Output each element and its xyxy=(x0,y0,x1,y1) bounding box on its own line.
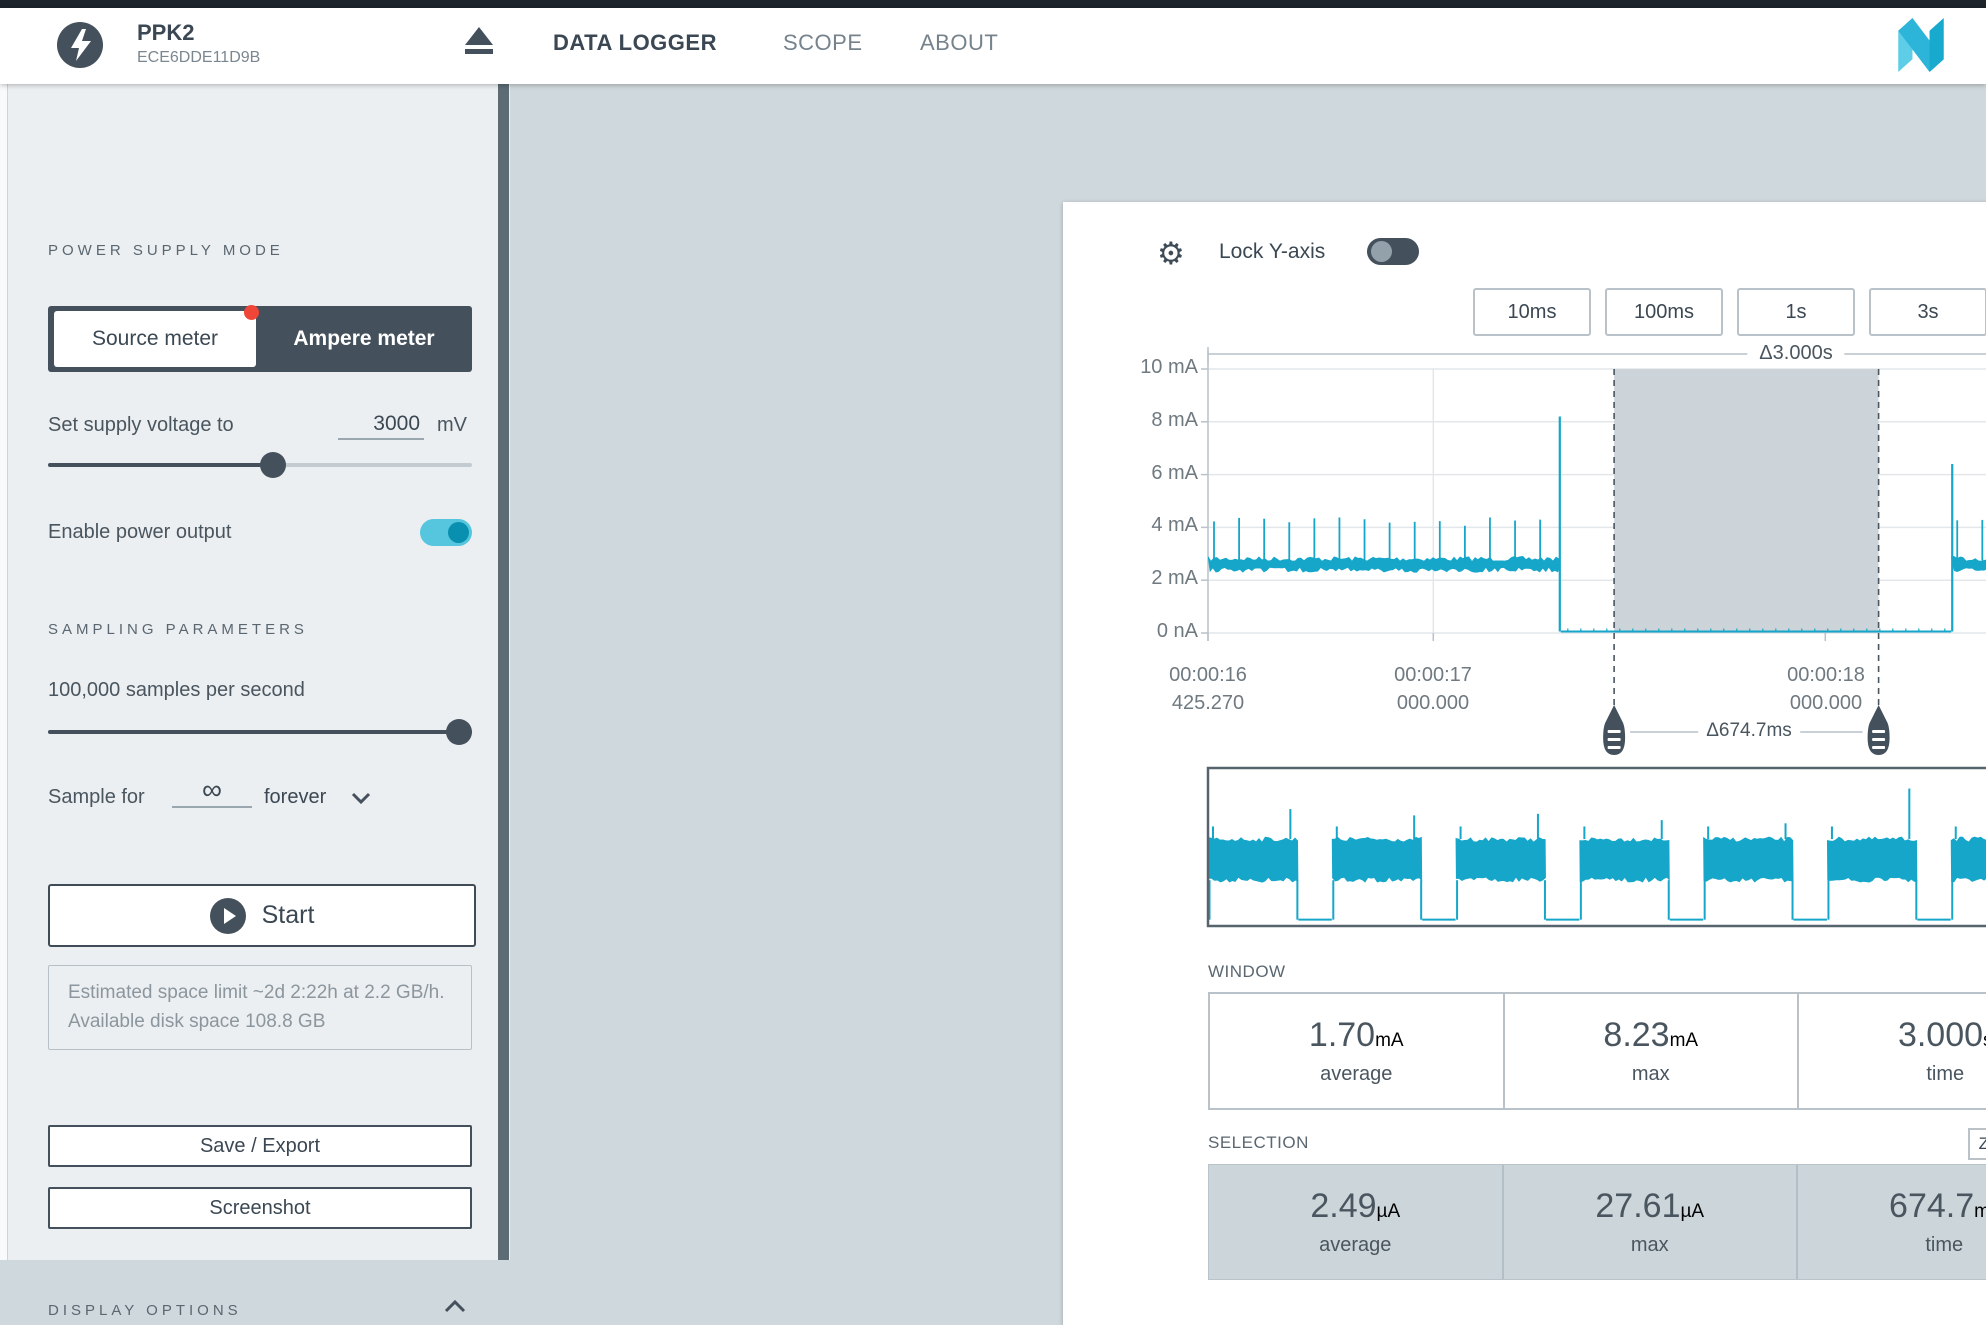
sample-duration-input[interactable] xyxy=(172,774,252,808)
eject-icon xyxy=(465,27,493,45)
tab-scope[interactable]: SCOPE xyxy=(783,30,863,56)
selection-region[interactable] xyxy=(1614,369,1878,633)
meter-mode-toggle-group: Source meter Ampere meter xyxy=(48,306,472,372)
enable-power-output-label: Enable power output xyxy=(48,521,231,544)
app-header: PPK2 ECE6DDE11D9B DATA LOGGER SCOPE ABOU… xyxy=(0,8,1986,84)
sidebar-left-strip xyxy=(0,84,8,1260)
sample-rate-slider-thumb[interactable] xyxy=(446,719,472,745)
chevron-up-icon[interactable] xyxy=(443,1298,467,1314)
sample-duration-unit-select[interactable]: forever xyxy=(264,786,326,809)
nordic-logo-icon xyxy=(1898,18,1944,72)
x-tick: 00:00:18000.000 xyxy=(1787,661,1865,717)
disk-space-note: Estimated space limit ~2d 2:22h at 2.2 G… xyxy=(48,965,472,1050)
sample-rate-label: 100,000 samples per second xyxy=(48,679,305,702)
tab-data-logger[interactable]: DATA LOGGER xyxy=(553,30,717,56)
save-export-button[interactable]: Save / Export xyxy=(48,1125,472,1167)
screenshot-button[interactable]: Screenshot xyxy=(48,1187,472,1229)
window-delta-label: Δ3.000s xyxy=(1747,340,1844,367)
device-name: PPK2 xyxy=(137,20,194,46)
supply-voltage-input[interactable] xyxy=(338,412,424,440)
supply-voltage-unit: mV xyxy=(437,414,467,437)
chart-card: ⚙ Lock Y-axis LIVE VIEW 10ms 100ms 1s 3s… xyxy=(1063,202,1986,1325)
y-tick: 0 nA xyxy=(1098,620,1198,643)
mode-ampere-meter[interactable]: Ampere meter xyxy=(256,306,472,372)
y-tick: 6 mA xyxy=(1098,462,1198,485)
sidebar-scrollbar[interactable] xyxy=(498,84,509,1260)
power-supply-mode-title: POWER SUPPLY MODE xyxy=(48,242,284,259)
main-chart[interactable] xyxy=(1063,202,1986,1325)
x-tick: 00:00:16425.270 xyxy=(1169,661,1247,717)
tab-about[interactable]: ABOUT xyxy=(920,30,998,56)
sample-rate-slider-fill xyxy=(48,730,472,734)
enable-power-output-switch[interactable] xyxy=(420,519,472,546)
start-button[interactable]: Start xyxy=(48,884,476,947)
window-top-strip xyxy=(0,0,1986,8)
y-tick: 10 mA xyxy=(1098,356,1198,379)
y-tick: 4 mA xyxy=(1098,514,1198,537)
supply-voltage-label: Set supply voltage to xyxy=(48,414,234,437)
chevron-down-icon[interactable] xyxy=(350,790,372,806)
sample-duration-label: Sample for xyxy=(48,786,145,809)
y-tick: 8 mA xyxy=(1098,409,1198,432)
power-device-icon xyxy=(57,22,103,68)
main-area: ⚙ Lock Y-axis LIVE VIEW 10ms 100ms 1s 3s… xyxy=(510,84,1986,1260)
mode-source-meter[interactable]: Source meter xyxy=(54,311,256,367)
device-serial: ECE6DDE11D9B xyxy=(137,49,260,67)
sampling-parameters-title: SAMPLING PARAMETERS xyxy=(48,621,308,638)
sidebar: POWER SUPPLY MODE Source meter Ampere me… xyxy=(0,84,510,1260)
x-tick: 00:00:17000.000 xyxy=(1394,661,1472,717)
selection-delta-label: Δ674.7ms xyxy=(1698,718,1800,744)
play-icon xyxy=(210,898,246,934)
voltage-slider-fill xyxy=(48,463,273,467)
y-tick: 2 mA xyxy=(1098,567,1198,590)
voltage-slider-thumb[interactable] xyxy=(260,452,286,478)
display-options-title: DISPLAY OPTIONS xyxy=(48,1302,242,1319)
eject-device-button[interactable] xyxy=(462,27,496,63)
